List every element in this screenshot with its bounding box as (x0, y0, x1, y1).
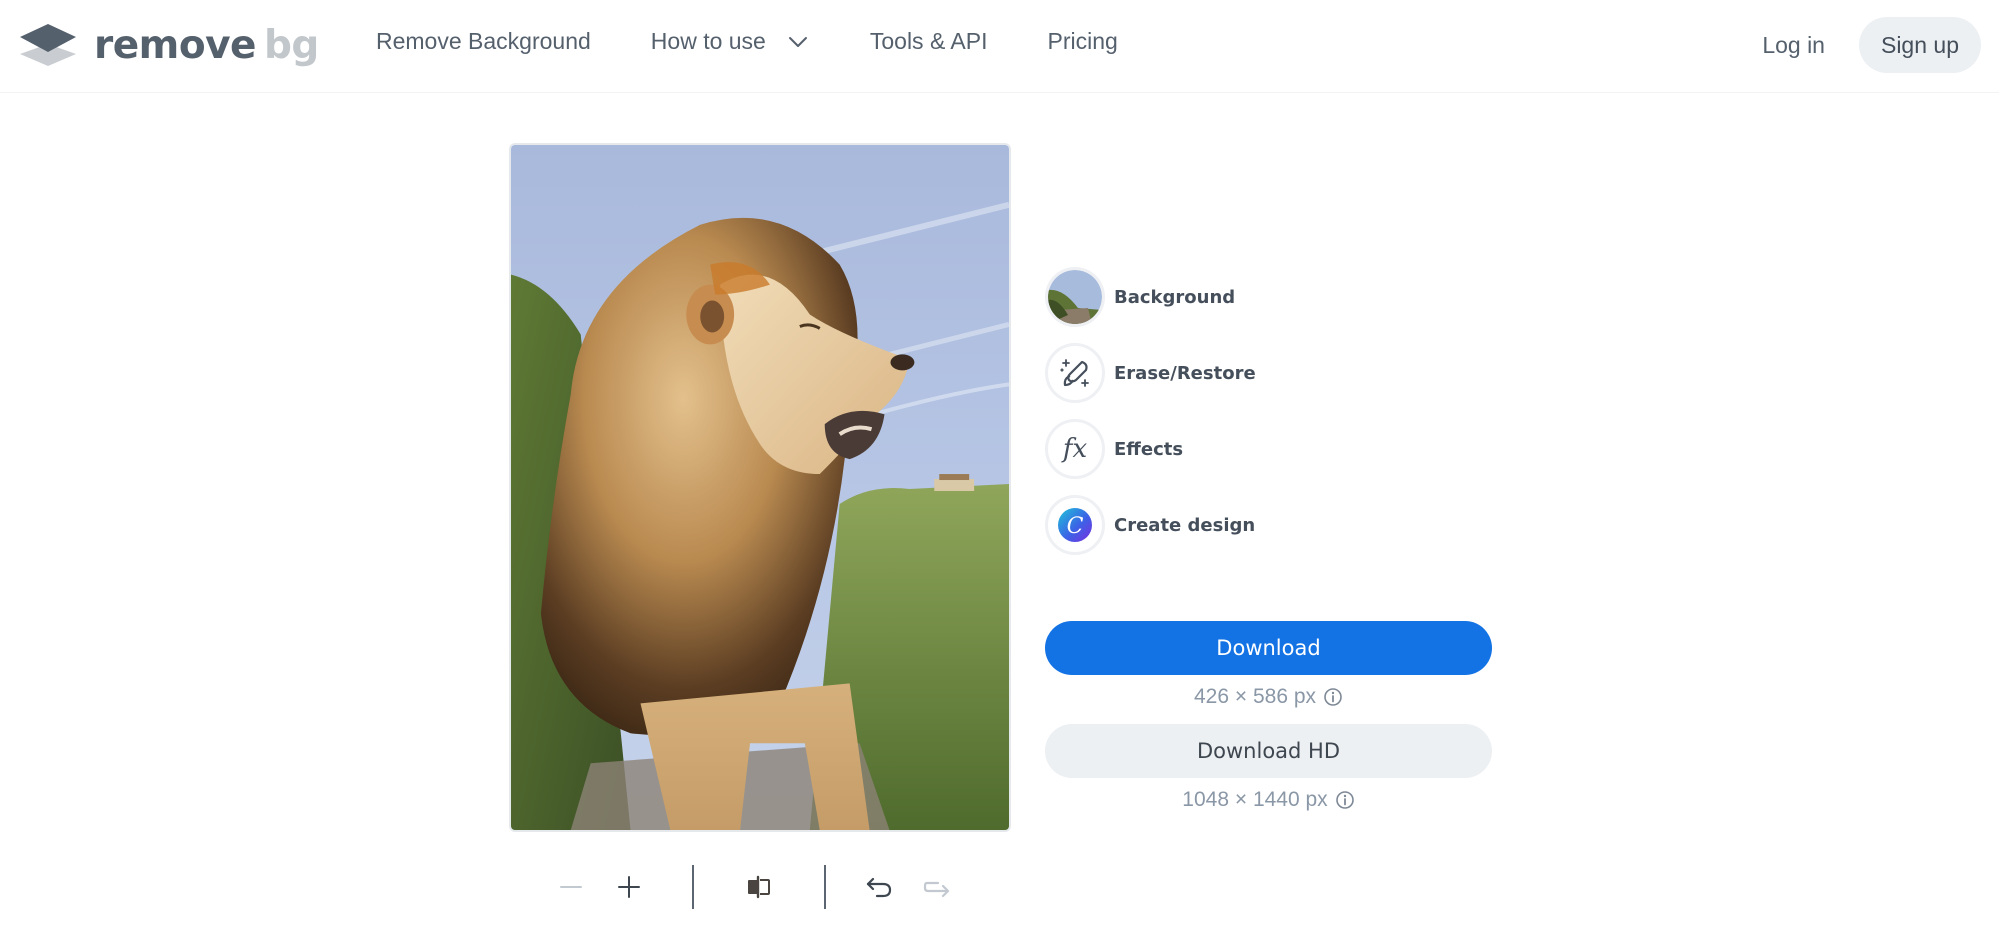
download-dimensions: 426 × 586 px (1045, 685, 1492, 709)
nav-how-to-use-dropdown[interactable]: How to use (651, 28, 808, 55)
tool-background-label: Background (1114, 286, 1236, 308)
zoom-out-icon (560, 886, 582, 888)
toolbar-divider (824, 865, 826, 909)
layers-logo-icon (20, 24, 76, 66)
tool-create-design-label: Create design (1114, 514, 1256, 536)
main-nav: Remove Background How to use Tools & API… (376, 28, 1118, 55)
tool-effects-label: Effects (1114, 438, 1184, 460)
toolbar-divider (692, 865, 694, 909)
canvas-toolbar (540, 862, 962, 912)
download-dimensions-text: 426 × 586 px (1193, 685, 1317, 708)
tool-create-design[interactable]: C Create design (1045, 495, 1256, 555)
nav-tools-api-label: Tools & API (869, 28, 988, 54)
nav-pricing[interactable]: Pricing (1047, 28, 1117, 55)
zoom-in-icon (618, 876, 640, 898)
signup-button[interactable]: Sign up (1858, 17, 1981, 73)
canva-icon: C (1045, 495, 1105, 555)
magic-brush-icon (1045, 343, 1105, 403)
edit-tools: Background Erase/Restore fx Effects C Cr… (1045, 267, 1256, 571)
image-preview (509, 143, 1011, 832)
tool-effects[interactable]: fx Effects (1045, 419, 1256, 479)
zoom-out-button[interactable] (546, 862, 596, 912)
fx-icon: fx (1045, 419, 1105, 479)
top-navigation-bar: remove bg Remove Background How to use To… (0, 0, 1999, 93)
canva-c-glyph: C (1067, 514, 1084, 539)
nav-tools-api[interactable]: Tools & API (870, 28, 988, 55)
nav-how-to-use-label: How to use (650, 28, 766, 54)
tool-background[interactable]: Background (1045, 267, 1256, 327)
logo-word-remove: remove (94, 22, 257, 68)
login-link[interactable]: Log in (1762, 32, 1825, 59)
auth-actions: Log in Sign up (1762, 17, 1981, 73)
logo-link[interactable]: remove bg (18, 20, 319, 70)
tool-erase-restore-label: Erase/Restore (1114, 362, 1256, 384)
logo-wordmark: remove bg (94, 26, 319, 65)
background-thumbnail-icon (1045, 267, 1105, 327)
undo-button[interactable] (854, 862, 904, 912)
nav-pricing-label: Pricing (1047, 28, 1118, 54)
tool-erase-restore[interactable]: Erase/Restore (1045, 343, 1256, 403)
info-icon[interactable] (1323, 687, 1343, 707)
download-hd-dimensions: 1048 × 1440 px (1045, 788, 1492, 812)
chevron-down-icon (788, 36, 807, 47)
nav-remove-background[interactable]: Remove Background (376, 28, 591, 55)
download-hd-button[interactable]: Download HD (1045, 724, 1492, 778)
download-button[interactable]: Download (1045, 621, 1492, 675)
lion-preview-image (511, 145, 1009, 830)
nav-remove-background-label: Remove Background (376, 28, 591, 54)
redo-button[interactable] (912, 862, 962, 912)
info-icon[interactable] (1335, 790, 1355, 810)
compare-button[interactable] (734, 862, 784, 912)
download-hd-dimensions-text: 1048 × 1440 px (1182, 788, 1328, 811)
compare-icon (748, 875, 770, 899)
undo-icon (866, 877, 892, 898)
redo-icon (923, 881, 950, 898)
fx-glyph: fx (1062, 434, 1088, 464)
logo-word-bg: bg (264, 22, 319, 68)
zoom-in-button[interactable] (604, 862, 654, 912)
